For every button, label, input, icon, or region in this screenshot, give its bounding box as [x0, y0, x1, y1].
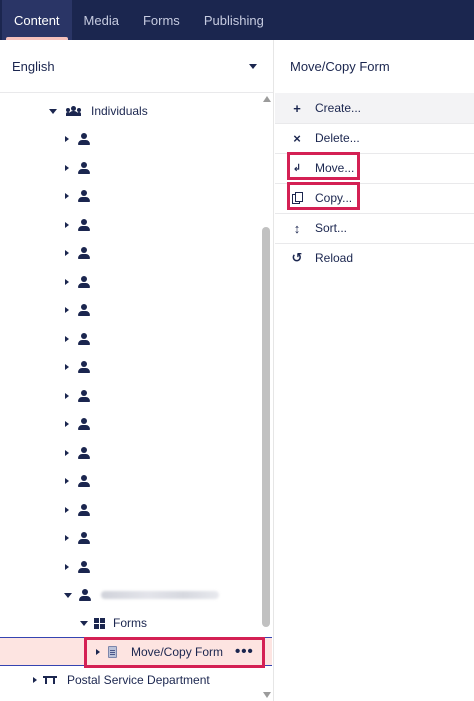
- redacted-email: [101, 591, 219, 599]
- tree-node-user[interactable]: [0, 496, 260, 524]
- caret-right-icon[interactable]: [65, 392, 69, 399]
- reload-icon: ↺: [291, 250, 303, 265]
- user-icon: [78, 161, 90, 174]
- user-icon: [78, 332, 90, 345]
- caret-right-icon[interactable]: [65, 335, 69, 342]
- scroll-up-icon[interactable]: [263, 96, 271, 102]
- caret-right-icon[interactable]: [65, 506, 69, 513]
- action-delete[interactable]: × Delete...: [275, 123, 474, 153]
- user-icon: [78, 247, 90, 259]
- tree-node-user[interactable]: [0, 125, 260, 153]
- user-icon: [78, 218, 90, 231]
- group-icon: [66, 105, 82, 117]
- tree-node-user[interactable]: [0, 553, 260, 581]
- action-label: Sort...: [315, 221, 348, 235]
- tree-node-user[interactable]: [0, 382, 260, 410]
- user-icon: [78, 475, 90, 487]
- top-navigation: Content Media Forms Publishing: [0, 0, 474, 40]
- caret-down-icon[interactable]: [49, 108, 57, 114]
- caret-right-icon[interactable]: [65, 250, 69, 256]
- sort-icon: ↕: [293, 220, 301, 236]
- caret-right-icon[interactable]: [65, 136, 69, 142]
- caret-right-icon[interactable]: [65, 421, 69, 427]
- highlight-box-selected-item: [84, 637, 265, 668]
- action-reload[interactable]: ↺ Reload: [275, 243, 474, 273]
- actions-panel: Move/Copy Form + Create... × Delete... ↲…: [275, 40, 474, 701]
- caret-down-icon[interactable]: [64, 592, 72, 598]
- plus-icon: +: [293, 100, 301, 116]
- tab-label: Forms: [142, 12, 180, 28]
- tree-node-user[interactable]: [0, 325, 260, 353]
- caret-right-icon[interactable]: [65, 307, 69, 313]
- user-icon: [78, 389, 90, 402]
- tree-node-user[interactable]: [0, 524, 260, 552]
- caret-right-icon[interactable]: [65, 563, 69, 570]
- action-label: Create...: [315, 101, 362, 115]
- tree-node-user-expanded[interactable]: [0, 581, 260, 609]
- tab-label: Content: [14, 12, 60, 28]
- language-dropdown[interactable]: English: [0, 40, 273, 93]
- tree-node-user[interactable]: [0, 268, 260, 296]
- tree-node-user[interactable]: [0, 182, 260, 210]
- language-selected-value: English: [12, 58, 55, 74]
- highlight-box-move: [287, 152, 360, 180]
- user-icon: [78, 190, 90, 202]
- tree-node-user[interactable]: [0, 467, 260, 495]
- scroll-down-icon[interactable]: [263, 692, 271, 698]
- tree-node-user[interactable]: [0, 353, 260, 381]
- action-label: Reload: [315, 251, 354, 265]
- action-label: Delete...: [315, 131, 360, 145]
- user-icon: [78, 418, 90, 430]
- action-sort[interactable]: ↕ Sort...: [275, 213, 474, 243]
- tab-forms[interactable]: Forms: [131, 0, 192, 40]
- content-tree: Individuals Forms Move/Copy Form ••• Pos…: [0, 94, 260, 701]
- caret-right-icon[interactable]: [65, 278, 69, 285]
- tree-node-label: Postal Service Department: [67, 673, 210, 687]
- user-icon: [78, 446, 90, 459]
- user-icon: [78, 304, 90, 316]
- caret-right-icon[interactable]: [65, 164, 69, 171]
- user-icon: [78, 133, 90, 145]
- user-icon: [78, 503, 90, 516]
- tree-node-user[interactable]: [0, 154, 260, 182]
- department-icon: [43, 676, 57, 684]
- tab-publishing[interactable]: Publishing: [192, 0, 276, 40]
- caret-right-icon[interactable]: [65, 364, 69, 370]
- tree-node-user[interactable]: [0, 211, 260, 239]
- user-icon: [79, 589, 91, 601]
- user-icon: [78, 275, 90, 288]
- tree-node-user[interactable]: [0, 239, 260, 267]
- tree-node-individuals[interactable]: Individuals: [0, 97, 260, 125]
- caret-right-icon[interactable]: [65, 449, 69, 456]
- panel-title: Move/Copy Form: [290, 59, 390, 74]
- grid-icon: [94, 617, 105, 629]
- user-icon: [78, 560, 90, 573]
- action-create[interactable]: + Create...: [275, 93, 474, 123]
- tree-node-label: Forms: [113, 616, 147, 630]
- caret-right-icon[interactable]: [65, 478, 69, 484]
- caret-right-icon[interactable]: [65, 221, 69, 228]
- user-icon: [78, 361, 90, 373]
- caret-right-icon[interactable]: [65, 193, 69, 199]
- tab-content[interactable]: Content: [2, 0, 72, 40]
- tree-node-label: Individuals: [91, 104, 148, 118]
- chevron-down-icon: [249, 64, 257, 69]
- tree-node-user[interactable]: [0, 410, 260, 438]
- highlight-box-copy: [287, 182, 360, 210]
- tree-node-user[interactable]: [0, 296, 260, 324]
- scrollbar-thumb[interactable]: [262, 227, 270, 627]
- tab-media[interactable]: Media: [72, 0, 131, 40]
- user-icon: [78, 532, 90, 544]
- tab-label: Media: [83, 12, 119, 28]
- caret-down-icon[interactable]: [80, 620, 88, 626]
- caret-right-icon[interactable]: [65, 535, 69, 541]
- tree-node-user[interactable]: [0, 439, 260, 467]
- caret-right-icon[interactable]: [33, 677, 37, 683]
- tree-node-postal-service[interactable]: Postal Service Department: [0, 666, 260, 694]
- tab-label: Publishing: [203, 12, 264, 28]
- close-icon: ×: [293, 130, 301, 146]
- tree-node-forms[interactable]: Forms: [0, 609, 260, 637]
